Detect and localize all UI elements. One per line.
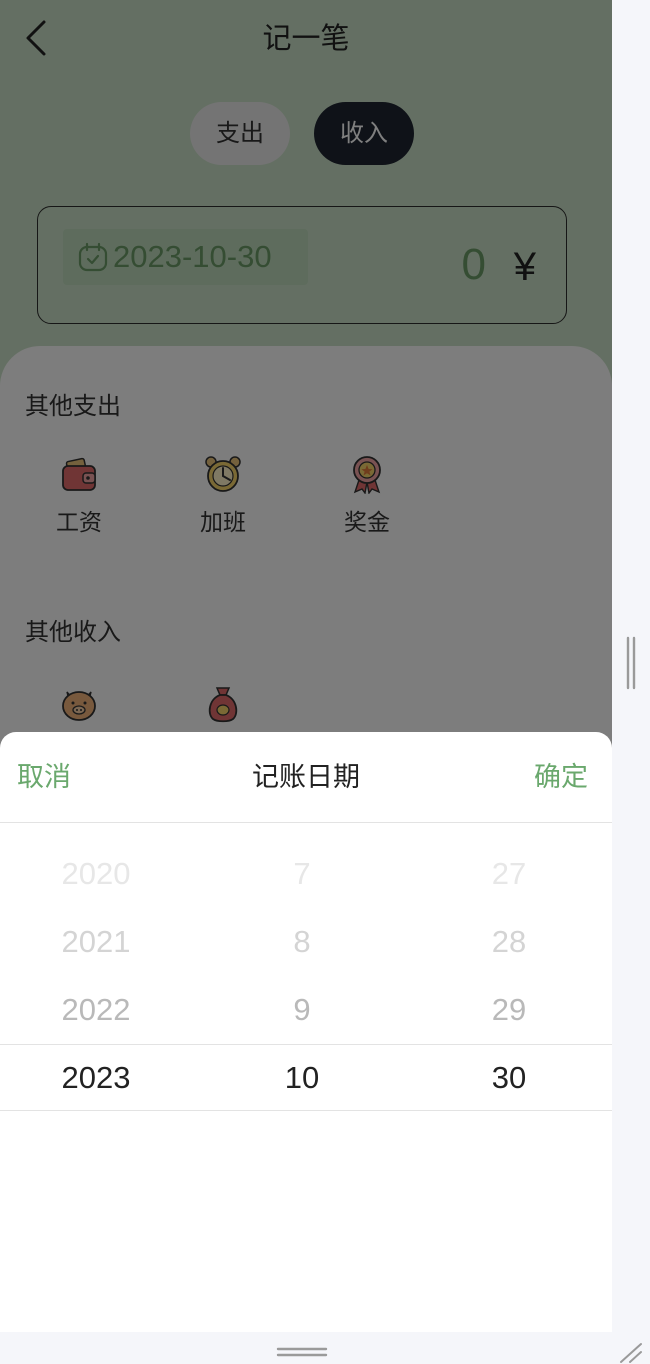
day-column[interactable]: 27 28 29 30 — [407, 840, 611, 1112]
year-column[interactable]: 2020 2021 2022 2023 — [0, 840, 198, 1112]
month-option[interactable]: 8 — [200, 908, 404, 976]
month-column[interactable]: 7 8 9 10 — [200, 840, 404, 1112]
picker-title: 记账日期 — [252, 762, 360, 793]
month-option-selected[interactable]: 10 — [200, 1044, 404, 1112]
picker-header: 取消 记账日期 确定 — [0, 732, 612, 823]
year-option[interactable]: 2022 — [0, 976, 198, 1044]
app-screen: 记一笔 支出 收入 2023-10-30 0 ¥ 其他支出 — [0, 0, 612, 1332]
year-option[interactable]: 2020 — [0, 840, 198, 908]
resize-grip-icon[interactable] — [618, 1340, 644, 1364]
day-option[interactable]: 29 — [407, 976, 611, 1044]
drag-handle-icon[interactable] — [625, 636, 637, 690]
day-option[interactable]: 28 — [407, 908, 611, 976]
month-option[interactable]: 9 — [200, 976, 404, 1044]
bottom-handle-icon[interactable] — [276, 1346, 328, 1358]
confirm-button[interactable]: 确定 — [534, 758, 588, 798]
year-option-selected[interactable]: 2023 — [0, 1044, 198, 1112]
year-option[interactable]: 2021 — [0, 908, 198, 976]
month-option[interactable]: 7 — [200, 840, 404, 908]
date-picker: 取消 记账日期 确定 2020 2021 2022 2023 7 8 9 10 … — [0, 732, 612, 1332]
day-option[interactable]: 27 — [407, 840, 611, 908]
day-option-selected[interactable]: 30 — [407, 1044, 611, 1112]
